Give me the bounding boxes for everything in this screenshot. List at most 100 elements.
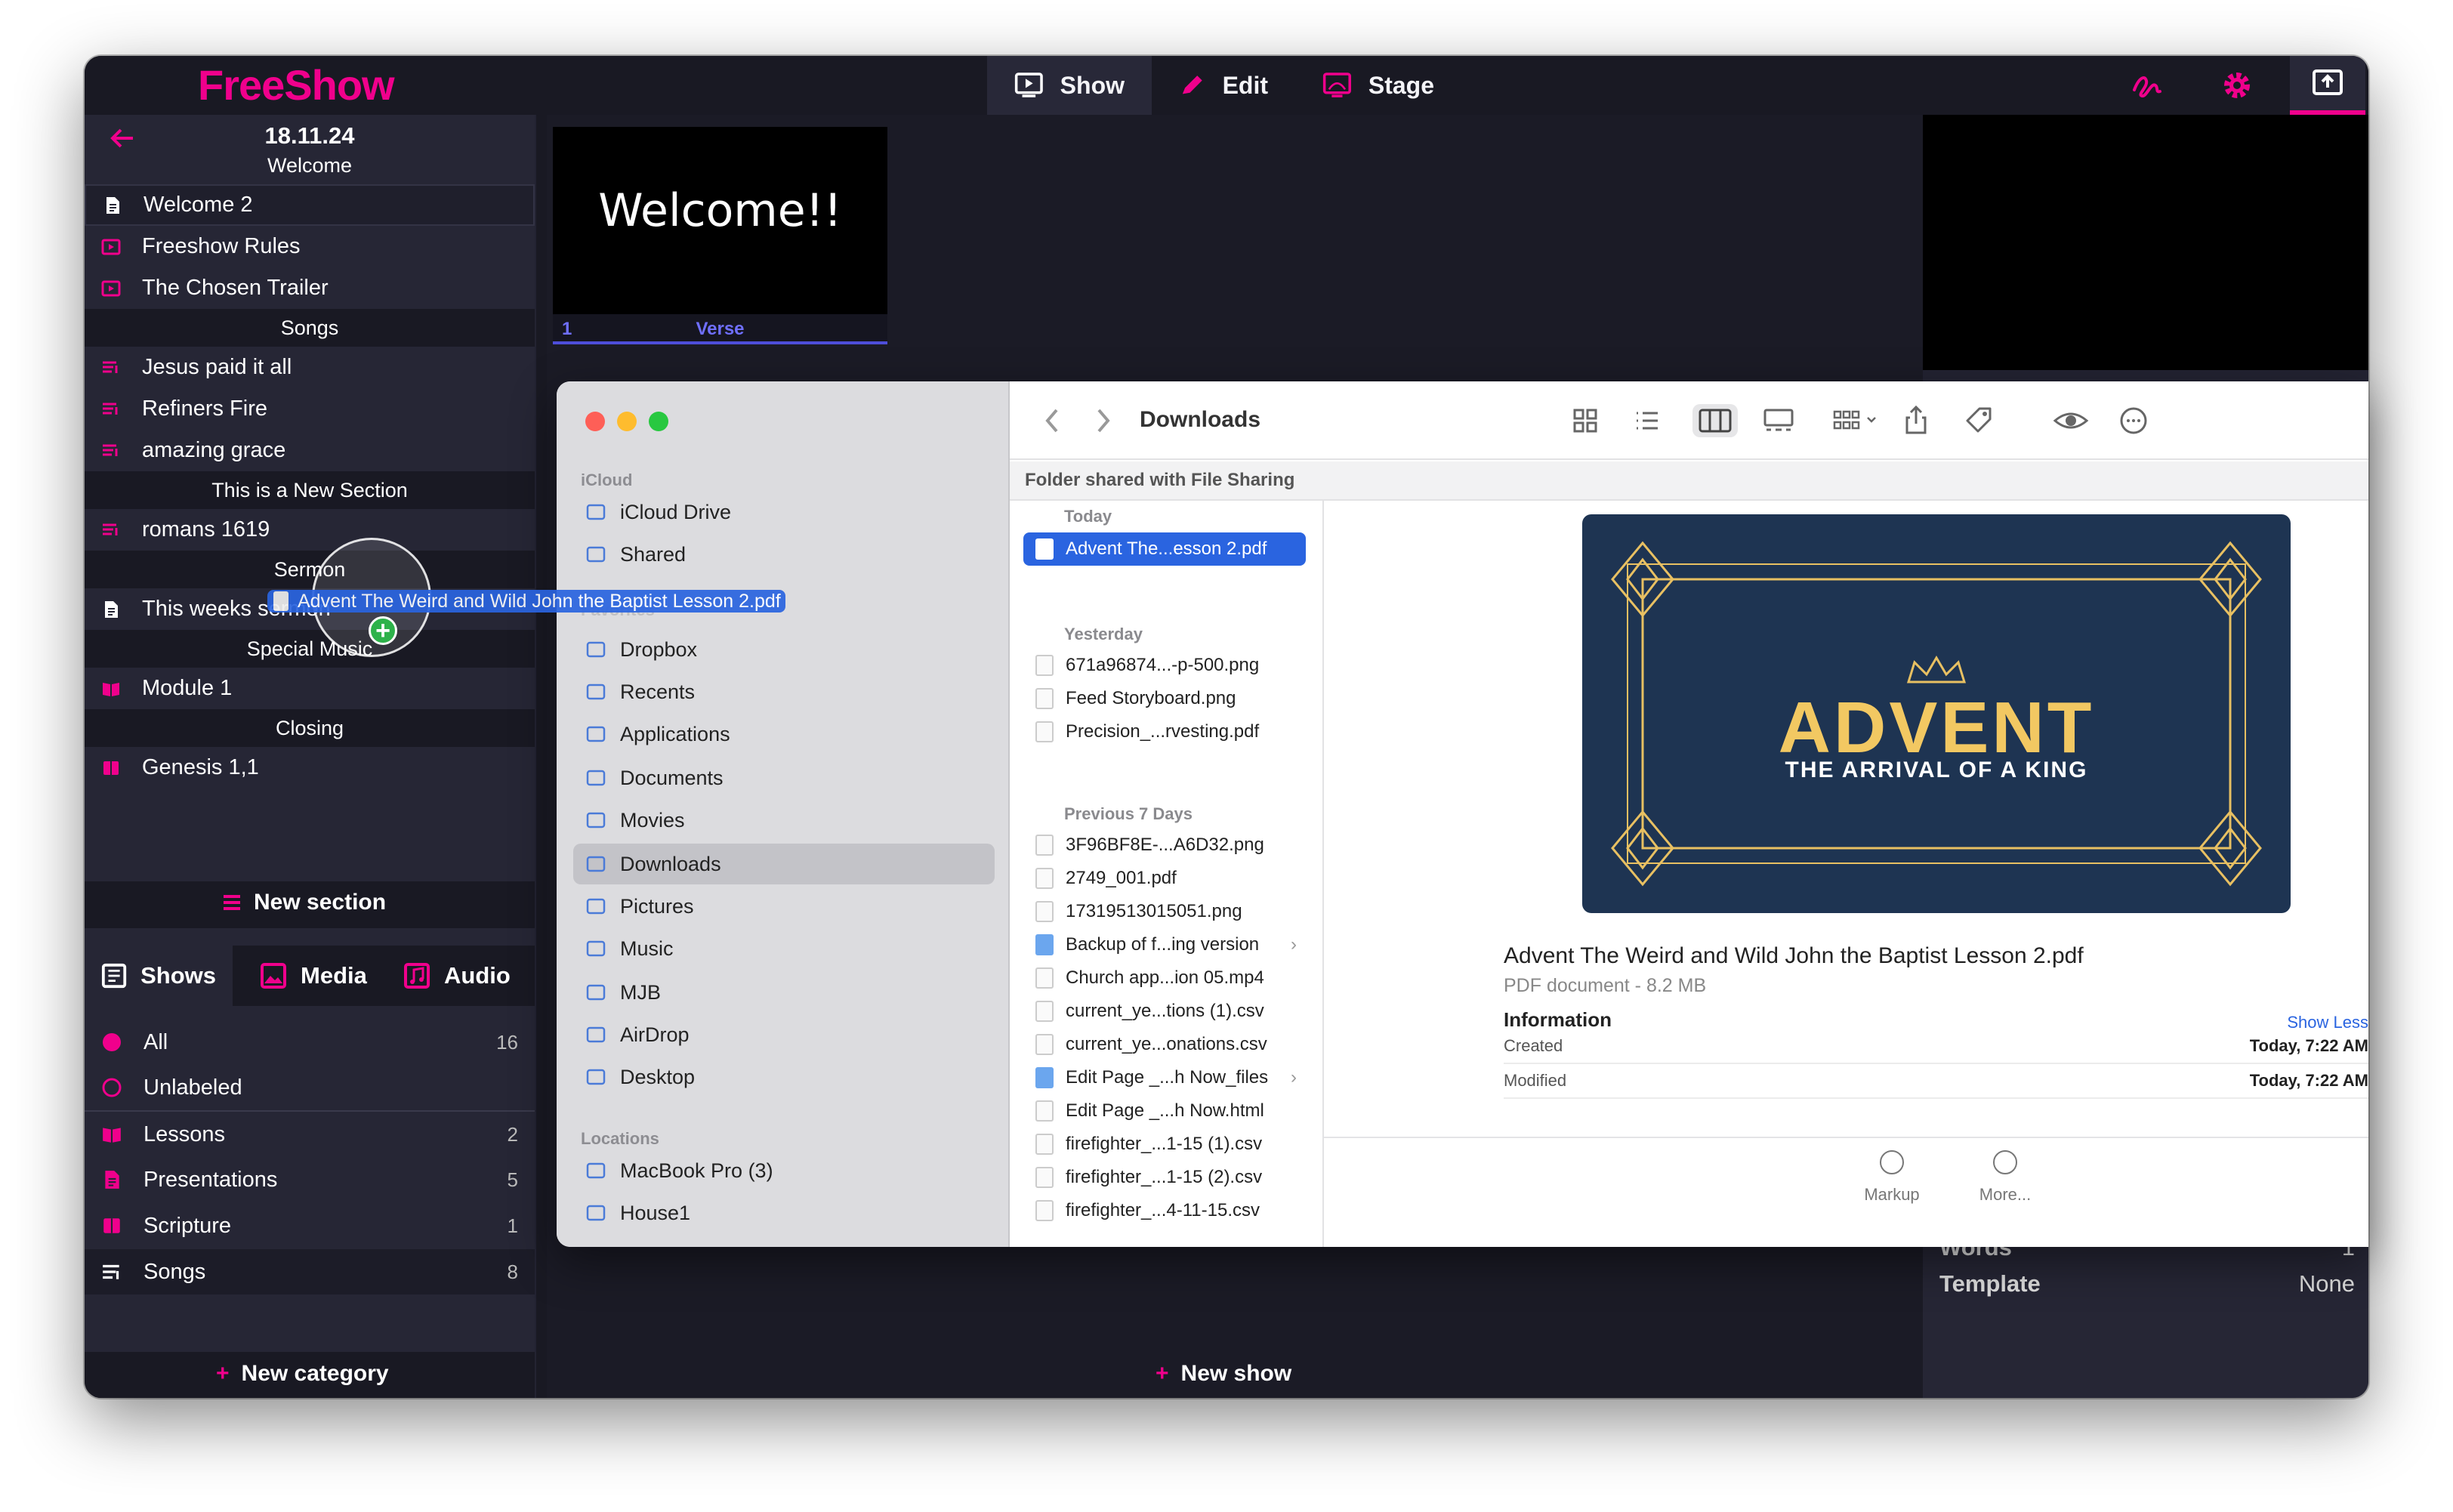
file-item[interactable]: 2749_001.pdf (1023, 862, 1306, 895)
file-item[interactable]: Feed Storyboard.png (1023, 682, 1306, 715)
tag-icon[interactable] (1961, 404, 1995, 437)
close-button[interactable] (585, 412, 605, 431)
project-item[interactable]: The Chosen Trailer (85, 267, 535, 309)
file-item[interactable]: firefighter_...1-15 (1).csv (1023, 1128, 1306, 1161)
sidebar-item-pictures[interactable]: Pictures (573, 886, 995, 927)
sidebar-section-header: iCloud (581, 471, 633, 489)
sidebar-item-recents[interactable]: Recents (573, 671, 995, 712)
file-item[interactable]: current_ye...onations.csv (1023, 1028, 1306, 1061)
sidebar-item-macbook-pro-3-[interactable]: MacBook Pro (3) (573, 1150, 995, 1191)
project-item[interactable]: Module 1 (85, 668, 535, 709)
drawing-button[interactable] (2109, 56, 2184, 115)
category-presentations[interactable]: Presentations 5 (85, 1157, 535, 1202)
project-item[interactable]: romans 1619 (85, 509, 535, 551)
sidebar-item-dropbox[interactable]: Dropbox (573, 629, 995, 670)
more-options-icon[interactable] (2117, 404, 2150, 437)
new-category-button[interactable]: + New category (216, 1361, 389, 1387)
project-item-label: The Chosen Trailer (142, 276, 329, 300)
file-item[interactable]: Edit Page _...h Now.html (1023, 1094, 1306, 1128)
file-item[interactable]: firefighter_...1-15 (2).csv (1023, 1161, 1306, 1194)
icon-view-icon[interactable] (1569, 404, 1602, 437)
folder-item[interactable]: Edit Page _...h Now_files › (1023, 1061, 1306, 1094)
tab-stage[interactable]: Stage (1295, 56, 1461, 115)
category-unlabeled[interactable]: Unlabeled (85, 1065, 535, 1110)
document-icon (106, 196, 119, 214)
sidebar-section-header: Locations (581, 1129, 659, 1148)
folder-banner: Folder shared with File Sharing (1010, 461, 2368, 501)
more-button[interactable]: More... (1960, 1150, 2050, 1205)
tab-shows[interactable]: Shows (85, 946, 233, 1006)
section-header[interactable]: Special Music (85, 630, 535, 668)
file-item[interactable]: Advent The...esson 2.pdf (1023, 532, 1306, 566)
file-name: current_ye...tions (1).csv (1066, 1001, 1264, 1021)
dragged-file: Advent The Weird and Wild John the Bapti… (267, 590, 785, 613)
tab-audio[interactable]: Audio (387, 946, 527, 1006)
project-item[interactable]: Refiners Fire (85, 388, 535, 430)
file-item[interactable]: 17319513015051.png (1023, 895, 1306, 928)
shared-folder-icon (586, 546, 606, 563)
video-icon (101, 239, 121, 255)
list-view-icon[interactable] (1631, 404, 1664, 437)
sidebar-item-shared[interactable]: Shared (573, 534, 995, 575)
sidebar-item-downloads[interactable]: Downloads (573, 844, 995, 884)
gallery-view-icon[interactable] (1760, 404, 1797, 437)
new-show-button[interactable]: + New show (1156, 1361, 1291, 1387)
file-item[interactable]: Church app...ion 05.mp4 (1023, 961, 1306, 995)
section-header[interactable]: Sermon (85, 551, 535, 588)
sidebar-item-movies[interactable]: Movies (573, 800, 995, 841)
category-count: 8 (507, 1260, 518, 1283)
project-item-label: Genesis 1,1 (142, 755, 259, 779)
file-item[interactable]: firefighter_...4-11-15.csv (1023, 1194, 1306, 1227)
category-all[interactable]: All 16 (85, 1020, 535, 1065)
back-icon[interactable] (1043, 407, 1060, 434)
sidebar-item-applications[interactable]: Applications (573, 714, 995, 754)
markup-button[interactable]: Markup (1847, 1150, 1937, 1205)
file-item[interactable]: Precision_...rvesting.pdf (1023, 715, 1306, 748)
file-icon (1035, 835, 1054, 856)
panel-divider[interactable] (536, 115, 547, 1398)
sidebar-item-desktop[interactable]: Desktop (573, 1057, 995, 1097)
folder-item[interactable]: Backup of f...ing version › (1023, 928, 1306, 961)
pdf-preview[interactable]: ADVENT THE ARRIVAL OF A KING (1582, 514, 2291, 913)
sidebar-item-mjb[interactable]: MJB (573, 972, 995, 1013)
clock-icon (586, 683, 606, 700)
project-item[interactable]: Jesus paid it all (85, 347, 535, 388)
project-item[interactable]: Freeshow Rules (85, 226, 535, 267)
category-songs[interactable]: Songs 8 (85, 1249, 535, 1294)
forward-icon[interactable] (1096, 407, 1112, 434)
project-item[interactable]: Welcome 2 (85, 184, 535, 226)
output-preview[interactable] (1923, 115, 2368, 370)
tab-media-label: Media (301, 962, 367, 989)
file-item[interactable]: current_ye...tions (1).csv (1023, 995, 1306, 1028)
project-item[interactable]: Genesis 1,1 (85, 747, 535, 788)
section-header[interactable]: This is a New Section (85, 471, 535, 509)
sidebar-item-icloud-drive[interactable]: iCloud Drive (573, 492, 995, 532)
sidebar-item-music[interactable]: Music (573, 928, 995, 969)
file-item[interactable]: 3F96BF8E-...A6D32.png (1023, 829, 1306, 862)
project-item[interactable]: amazing grace (85, 430, 535, 471)
output-button[interactable] (2290, 56, 2365, 115)
category-lessons[interactable]: Lessons 2 (85, 1112, 535, 1157)
plus-icon: + (216, 1361, 230, 1386)
section-header[interactable]: Songs (85, 309, 535, 347)
tab-edit[interactable]: Edit (1152, 56, 1295, 115)
group-menu-icon[interactable] (1828, 404, 1889, 437)
document-icon (586, 770, 606, 786)
section-header[interactable]: Closing (85, 709, 535, 747)
tab-media[interactable]: Media (243, 946, 384, 1006)
eye-icon[interactable] (2052, 404, 2090, 437)
new-section-button[interactable]: New section (222, 890, 386, 915)
sidebar-item-airdrop[interactable]: AirDrop (573, 1014, 995, 1055)
file-item[interactable]: 671a96874...-p-500.png (1023, 649, 1306, 682)
sidebar-item-house1[interactable]: House1 (573, 1193, 995, 1233)
file-icon (1035, 1167, 1054, 1188)
sidebar-item-documents[interactable]: Documents (573, 758, 995, 798)
category-scripture[interactable]: Scripture 1 (85, 1203, 535, 1248)
project-item-label: Welcome 2 (143, 193, 253, 217)
settings-button[interactable] (2199, 56, 2275, 115)
share-icon[interactable] (1899, 404, 1933, 437)
minimize-button[interactable] (617, 412, 637, 431)
zoom-button[interactable] (649, 412, 668, 431)
tab-show[interactable]: Show (987, 56, 1152, 115)
column-view-icon[interactable] (1692, 404, 1738, 437)
